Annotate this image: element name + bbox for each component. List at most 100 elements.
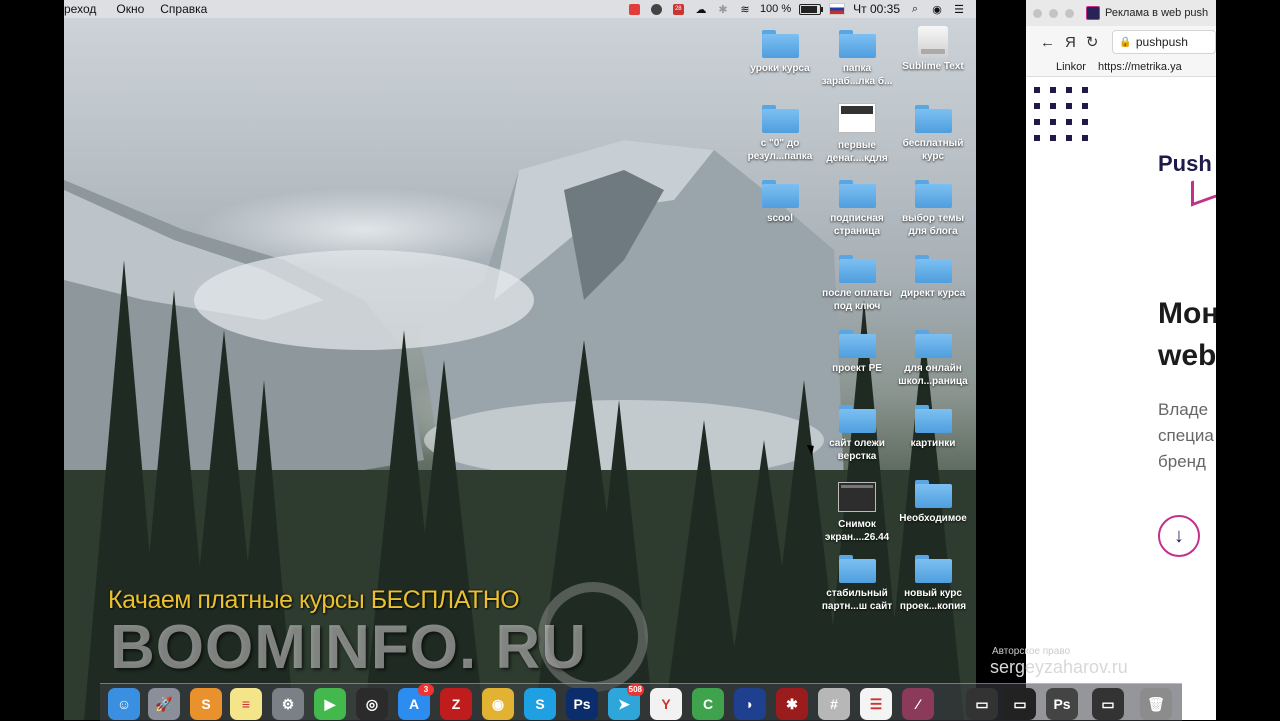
subtext-line-3: бренд <box>1158 452 1206 471</box>
desktop-file-screenshot[interactable]: Снимок экран....26.44 <box>818 482 896 544</box>
desktop-folder-subscribe-page[interactable]: подписная страница <box>818 180 896 238</box>
dock-window-2-icon[interactable]: ▭ <box>1004 688 1036 720</box>
dock-app-glyph: ◗ <box>745 696 755 712</box>
input-language-flag-icon[interactable] <box>829 3 846 15</box>
desktop-folder-free-course[interactable]: бесплатный курс <box>894 105 972 163</box>
menu-go[interactable]: реход <box>64 0 106 18</box>
bluetooth-icon[interactable]: ✱ <box>716 3 730 16</box>
folder-icon <box>838 30 876 58</box>
dock-bug-tool-icon[interactable]: ✱ <box>776 688 808 720</box>
dock-app-glyph: 🚀 <box>155 695 173 712</box>
menu-window[interactable]: Окно <box>106 0 154 18</box>
desktop-folder-after-payment[interactable]: после оплаты под ключ <box>818 255 896 313</box>
desktop-folder-course-lessons[interactable]: уроки курса <box>741 30 819 75</box>
dock-photoshop-icon[interactable]: Ps <box>566 688 598 720</box>
folder-icon <box>914 180 952 208</box>
dock-notes-icon[interactable]: ≡ <box>230 688 262 720</box>
copyright-label: Авторское право <box>992 646 1071 657</box>
stop-record-icon[interactable] <box>628 3 642 15</box>
dock-window-1-icon[interactable]: ▭ <box>966 688 998 720</box>
desktop-icon-label: Снимок экран....26.44 <box>824 519 890 543</box>
dock-sublime-icon[interactable]: S <box>190 688 222 720</box>
notification-center-icon[interactable]: ☰ <box>952 3 966 16</box>
dock-broom-icon[interactable]: ⁄ <box>902 688 934 720</box>
desktop-folder-site-markup[interactable]: сайт олежи верстка <box>818 405 896 463</box>
reload-icon[interactable]: ↻ <box>1086 33 1099 51</box>
back-arrow-icon[interactable]: ← <box>1040 34 1055 51</box>
dock-app-store-icon[interactable]: A3 <box>398 684 434 720</box>
dock-app-glyph: C <box>702 696 714 712</box>
browser-tab[interactable]: Реклама в web push <box>1086 6 1208 20</box>
dock-obs-icon[interactable]: ◎ <box>356 688 388 720</box>
desktop-folder-stable-partner[interactable]: стабильный партн...ш сайт <box>818 555 896 613</box>
dock-chrome-icon[interactable]: ◉ <box>482 688 514 720</box>
menu-clock[interactable]: Чт 00:35 <box>853 2 900 16</box>
folder-icon <box>761 105 799 133</box>
desktop-icon-label: Sublime Text <box>902 61 964 72</box>
bookmark-metrika[interactable]: https://metrika.ya <box>1098 61 1182 73</box>
dock-facetime-icon[interactable]: ▶ <box>314 688 346 720</box>
dock-finder-icon[interactable]: ☺ <box>108 688 140 720</box>
cloud-icon[interactable]: ☁ <box>694 3 708 16</box>
calendar-icon[interactable]: 28 <box>672 3 686 15</box>
desktop-icon-label: первые денаг....кдля <box>826 140 888 164</box>
desktop-folder-necessary[interactable]: Необходимое <box>894 480 972 525</box>
desktop-folder-online-school[interactable]: для онлайн школ...раница <box>894 330 972 388</box>
bookmark-linkor[interactable]: Linkor <box>1056 61 1086 73</box>
desktop-file-first-money[interactable]: первые денаг....кдля <box>818 103 896 165</box>
desktop-folder-direct-course[interactable]: директ курса <box>894 255 972 300</box>
address-bar-text: pushpush <box>1135 35 1188 49</box>
dock-yandex-browser-icon[interactable]: Y <box>650 688 682 720</box>
dock-app-glyph: ▭ <box>1013 695 1027 712</box>
folder-icon <box>914 330 952 358</box>
dock-app-glyph: ◎ <box>365 695 379 712</box>
desktop-icon-label: после оплаты под ключ <box>822 288 892 312</box>
dock-app-glyph: # <box>830 696 838 712</box>
dock-trash-icon[interactable]: 🗑 <box>1140 688 1172 720</box>
desktop-icon-label: папка зараб...лка б... <box>821 63 893 87</box>
spotlight-search-icon[interactable]: ⌕ <box>908 3 922 15</box>
dock-window-3-icon[interactable]: Ps <box>1046 688 1078 720</box>
dock-app-glyph: A <box>408 696 420 712</box>
dock-app-glyph: S <box>535 696 545 712</box>
dock-skype-icon[interactable]: S <box>524 688 556 720</box>
dock-vpn-icon[interactable]: ◗ <box>734 688 766 720</box>
dock-badge: 3 <box>418 684 434 696</box>
folder-icon <box>914 480 952 508</box>
dock-window-4-icon[interactable]: ▭ <box>1092 688 1124 720</box>
dock-app-glyph: ✱ <box>786 695 798 712</box>
window-minimize-button[interactable] <box>1049 8 1058 18</box>
desktop-icon-label: картинки <box>910 438 956 449</box>
desktop-folder-blog-topic[interactable]: выбор темы для блога <box>894 180 972 238</box>
address-bar[interactable]: 🔒 pushpush <box>1112 30 1216 54</box>
desktop-icon-label: для онлайн школ...раница <box>898 363 968 387</box>
desktop-folder-new-course[interactable]: новый курс проек...копия <box>894 555 972 613</box>
desktop-folder-scool[interactable]: scool <box>741 180 819 225</box>
dock-telegram-icon[interactable]: ➤ 508 <box>608 684 644 720</box>
desktop-folder-earnings[interactable]: папка зараб...лка б... <box>818 30 896 88</box>
desktop-folder-pictures[interactable]: картинки <box>894 405 972 450</box>
minus-circle-icon[interactable] <box>650 3 664 15</box>
yandex-icon[interactable]: Я <box>1065 34 1076 51</box>
window-close-button[interactable] <box>1033 8 1042 18</box>
battery-icon[interactable] <box>799 3 824 15</box>
menu-help[interactable]: Справка <box>154 0 217 18</box>
dock-filezilla-icon[interactable]: Z <box>440 688 472 720</box>
dock-system-preferences-icon[interactable]: ⚙ <box>272 688 304 720</box>
site-logo[interactable]: Push <box>1158 151 1212 177</box>
window-zoom-button[interactable] <box>1065 8 1074 18</box>
dock-app-glyph: ⁄ <box>916 696 920 712</box>
scroll-down-button[interactable]: ↓ <box>1158 515 1200 557</box>
dock-calculator-icon[interactable]: # <box>818 688 850 720</box>
desktop-folder-project-pe[interactable]: проект PE <box>818 330 896 375</box>
folder-icon <box>761 30 799 58</box>
dock-launchpad-icon[interactable]: 🚀 <box>148 688 180 720</box>
dock-camtasia-icon[interactable]: C <box>692 688 724 720</box>
desktop-folder-from-zero[interactable]: с "0" до резул...папка <box>741 105 819 163</box>
desktop-drive-sublime[interactable]: Sublime Text <box>894 26 972 73</box>
wifi-icon[interactable]: ≋ <box>738 3 752 16</box>
siri-icon[interactable]: ◉ <box>930 3 944 16</box>
dock-app-glyph: ≡ <box>241 696 251 712</box>
dock-reminders-icon[interactable]: ☰ <box>860 688 892 720</box>
screenshot-thumbnail-icon <box>838 482 876 512</box>
